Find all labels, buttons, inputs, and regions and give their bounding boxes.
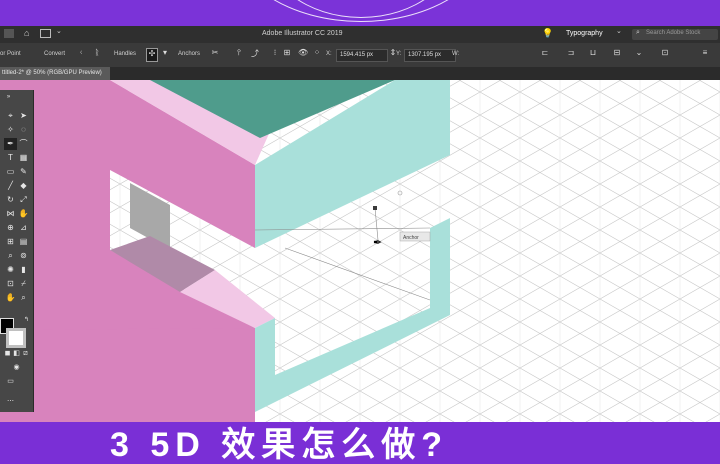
- chevron-down-icon[interactable]: ⌄: [634, 48, 644, 60]
- curvature-icon[interactable]: ⌒: [17, 138, 30, 150]
- gradient-tool-icon[interactable]: ▤: [17, 236, 30, 248]
- caption-text: 3 5D 效果怎么做?: [110, 426, 449, 464]
- artboard-tool-icon[interactable]: ⊡: [4, 278, 17, 290]
- graph-tool-icon[interactable]: ▮: [17, 264, 30, 276]
- video-frame-top: [0, 0, 720, 26]
- none-mode-icon[interactable]: ⧄: [19, 348, 32, 360]
- artboard-canvas[interactable]: ✒ Anchor: [0, 80, 720, 422]
- app-menu-icon[interactable]: [4, 29, 14, 38]
- y-label: Y:: [396, 51, 402, 57]
- chevron-down-icon[interactable]: ⌄: [56, 27, 62, 35]
- search-placeholder: Search Adobe Stock: [646, 30, 701, 36]
- grid-tool-icon[interactable]: ▦: [17, 152, 30, 164]
- align-bottom-icon[interactable]: ⊔: [588, 48, 598, 60]
- y-position-field[interactable]: 1307.195 px: [404, 49, 456, 62]
- zoom-tool-icon[interactable]: ⌕: [17, 292, 30, 304]
- transform-icon[interactable]: ⊡: [660, 48, 670, 60]
- menu-icon[interactable]: ≡: [700, 48, 710, 60]
- screen-mode-icon[interactable]: ▭: [4, 376, 17, 388]
- control-bar: or Point Convert ᚲ ᚱ Handles ✣ ▾ Anchors…: [0, 43, 720, 68]
- warp-tool-icon[interactable]: ✋: [17, 208, 30, 220]
- w-label: W:: [452, 51, 460, 57]
- tools-panel: » ➤ ⌖ ✧ ◌ ✒ ⌒ T ▦ ▭ ✎ ╱ ◆ ↻ ⤢ ⋈ ✋ ⊕ ⊿ ⊞ …: [0, 90, 34, 412]
- eyedropper-icon[interactable]: ⌕: [4, 250, 17, 262]
- convert-corner-icon[interactable]: ᚲ: [76, 48, 86, 60]
- handles-hide-icon[interactable]: ▾: [160, 48, 170, 60]
- document-tab[interactable]: ttitled-2* @ 50% (RGB/GPU Preview): [0, 67, 110, 80]
- direct-selection-icon[interactable]: ⌖: [4, 110, 17, 122]
- scale-tool-icon[interactable]: ⤢: [17, 194, 30, 206]
- swap-colors-icon[interactable]: ↰: [20, 314, 33, 326]
- distribute-icon[interactable]: ⊟: [612, 48, 622, 60]
- lasso-icon[interactable]: ◌: [17, 124, 30, 136]
- shape-builder-icon[interactable]: ⊕: [4, 222, 17, 234]
- selection-tool-icon[interactable]: ➤: [17, 110, 30, 122]
- video-caption: 3 5D 效果怎么做?: [0, 422, 720, 462]
- slice-tool-icon[interactable]: ⌿: [17, 278, 30, 290]
- convert-label: Convert: [44, 51, 66, 57]
- lightbulb-icon[interactable]: 💡: [542, 28, 553, 39]
- reference-point-icon[interactable]: ⁘: [312, 48, 322, 60]
- cut-path-icon[interactable]: ⤴: [250, 48, 260, 60]
- show-options-icon[interactable]: ⊞: [282, 48, 292, 60]
- cursor-tooltip: Anchor: [403, 235, 419, 241]
- align-left-icon[interactable]: ⊏: [540, 48, 550, 60]
- x-label: X:: [326, 51, 332, 57]
- draw-mode-icon[interactable]: ◉: [10, 362, 23, 374]
- visibility-icon[interactable]: 👁: [298, 48, 308, 60]
- width-tool-icon[interactable]: ⋈: [4, 208, 17, 220]
- pen-cursor-icon: ✒: [373, 236, 382, 249]
- convert-smooth-icon[interactable]: ᚱ: [92, 48, 102, 60]
- remove-anchor-icon[interactable]: ✂: [210, 48, 220, 60]
- align-center-icon[interactable]: ⊐: [566, 48, 576, 60]
- hand-tool-icon[interactable]: ✋: [4, 292, 17, 304]
- connect-anchor-icon[interactable]: ⫯: [234, 48, 244, 60]
- eraser-tool-icon[interactable]: ◆: [17, 180, 30, 192]
- x-position-field[interactable]: 1594.415 px: [336, 49, 388, 62]
- more-tools-icon[interactable]: ⋯: [4, 396, 17, 408]
- search-icon: ⌕: [636, 29, 640, 36]
- perspective-icon[interactable]: ⊿: [17, 222, 30, 234]
- pen-tool-icon[interactable]: ✒: [4, 138, 17, 150]
- isolate-icon[interactable]: ⁝: [270, 48, 280, 60]
- rectangle-tool-icon[interactable]: ▭: [4, 166, 17, 178]
- window-title: Adobe Illustrator CC 2019: [262, 30, 343, 37]
- anchors-label: Anchors: [178, 51, 201, 57]
- workspace-switcher[interactable]: Typography: [566, 30, 603, 37]
- handles-show-icon[interactable]: ✣: [146, 48, 158, 62]
- chevron-down-icon[interactable]: ⌄: [616, 27, 622, 35]
- anchor-point[interactable]: [373, 206, 377, 210]
- brush-tool-icon[interactable]: ╱: [4, 180, 17, 192]
- collapse-toolbar-icon[interactable]: »: [2, 91, 15, 103]
- magic-wand-icon[interactable]: ✧: [4, 124, 17, 136]
- arrange-documents-icon[interactable]: [40, 29, 51, 38]
- stroke-swatch[interactable]: [6, 328, 26, 348]
- pencil-tool-icon[interactable]: ✎: [17, 166, 30, 178]
- mesh-tool-icon[interactable]: ⊞: [4, 236, 17, 248]
- symbol-sprayer-icon[interactable]: ✺: [4, 264, 17, 276]
- type-tool-icon[interactable]: T: [4, 152, 17, 164]
- blend-tool-icon[interactable]: ⊚: [17, 250, 30, 262]
- handles-label: Handles: [114, 51, 137, 57]
- document-tab-bar: ttitled-2* @ 50% (RGB/GPU Preview): [0, 67, 720, 80]
- artwork: ✒ Anchor: [0, 80, 720, 422]
- app-menubar: ⌂ ⌄ Adobe Illustrator CC 2019 💡 Typograp…: [0, 26, 720, 43]
- anchor-point-label: or Point: [0, 51, 21, 57]
- rotate-tool-icon[interactable]: ↻: [4, 194, 17, 206]
- pink-bottom-front: [0, 328, 255, 422]
- home-icon[interactable]: ⌂: [24, 28, 29, 38]
